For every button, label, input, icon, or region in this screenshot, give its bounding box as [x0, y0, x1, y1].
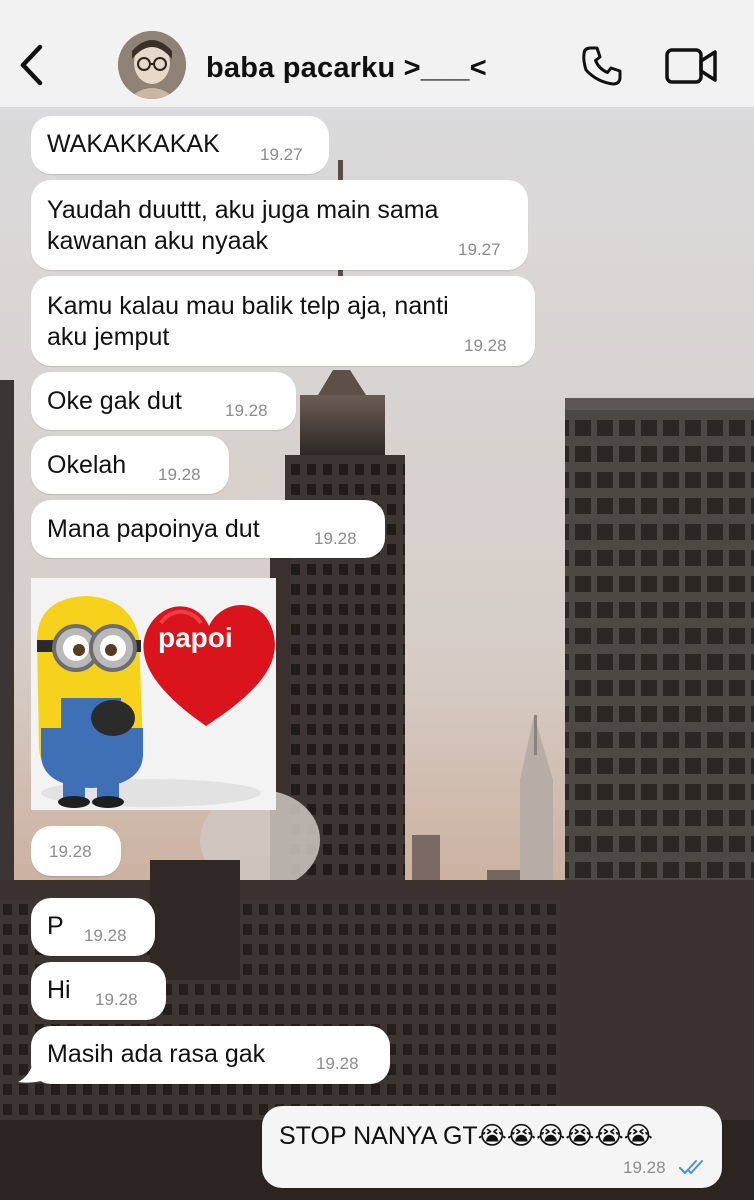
message-text: Mana papoinya dut — [47, 515, 260, 543]
back-button[interactable] — [14, 40, 50, 90]
sticker-image — [31, 578, 276, 810]
message-bubble[interactable]: Okelah 19.28 — [31, 436, 229, 494]
message-time: 19.28 — [464, 336, 507, 355]
message-text: WAKAKKAKAK — [47, 130, 220, 158]
message-bubble[interactable]: Hi 19.28 — [31, 962, 166, 1020]
chevron-left-icon — [20, 44, 43, 86]
message-time: 19.28 — [84, 926, 127, 945]
message-text: Hi — [47, 976, 71, 1004]
message-bubble[interactable]: Masih ada rasa gak 19.28 — [31, 1026, 390, 1084]
message-bubble[interactable]: P 19.28 — [31, 898, 155, 956]
chat-header: baba pacarku >___< — [0, 0, 754, 108]
outgoing-message-bubble[interactable]: STOP NANYA GT😭😭😭😭😭😭 19.28 — [262, 1106, 722, 1188]
minion-heart-sticker[interactable] — [31, 578, 276, 810]
message-bubble[interactable]: WAKAKKAKAK 19.27 — [31, 116, 329, 174]
contact-avatar[interactable] — [118, 31, 186, 99]
message-text: P — [47, 912, 64, 940]
message-text: Oke gak dut — [47, 387, 182, 415]
video-call-button[interactable] — [664, 46, 718, 86]
voice-call-button[interactable] — [580, 44, 624, 88]
message-time: 19.28 — [225, 401, 268, 420]
message-text: Masih ada rasa gak — [47, 1040, 266, 1068]
message-text: kawanan aku nyaak — [47, 227, 268, 255]
message-bubble[interactable]: Kamu kalau mau balik telp aja, nanti aku… — [31, 276, 535, 366]
message-text: Kamu kalau mau balik telp aja, nanti — [47, 292, 449, 320]
video-camera-icon — [665, 48, 717, 84]
message-bubble[interactable]: Yaudah duuttt, aku juga main sama kawana… — [31, 180, 528, 270]
message-bubble[interactable]: Mana papoinya dut 19.28 — [31, 500, 385, 558]
contact-name[interactable]: baba pacarku >___< — [206, 52, 487, 85]
message-time: 19.28 — [158, 465, 201, 484]
avatar-image — [118, 31, 186, 99]
message-time: 19.28 — [49, 842, 92, 861]
message-bubble[interactable]: 19.28 — [31, 826, 121, 876]
message-time: 19.28 — [95, 990, 138, 1009]
message-time: 19.28 — [314, 529, 357, 548]
message-time: 19.27 — [260, 145, 303, 164]
message-text: STOP NANYA GT😭😭😭😭😭😭 — [279, 1122, 653, 1150]
message-time: 19.27 — [458, 240, 501, 259]
bubble-tail — [18, 1060, 46, 1083]
read-receipt-double-check-icon — [679, 1160, 703, 1174]
message-time: 19.28 — [623, 1158, 666, 1177]
message-time: 19.28 — [316, 1054, 359, 1073]
message-text: aku jemput — [47, 323, 170, 351]
message-text: Okelah — [47, 451, 127, 479]
phone-icon — [582, 46, 622, 86]
message-text: Yaudah duuttt, aku juga main sama — [47, 196, 439, 224]
sticker-text: papoi — [158, 622, 233, 653]
message-bubble[interactable]: Oke gak dut 19.28 — [31, 372, 296, 430]
